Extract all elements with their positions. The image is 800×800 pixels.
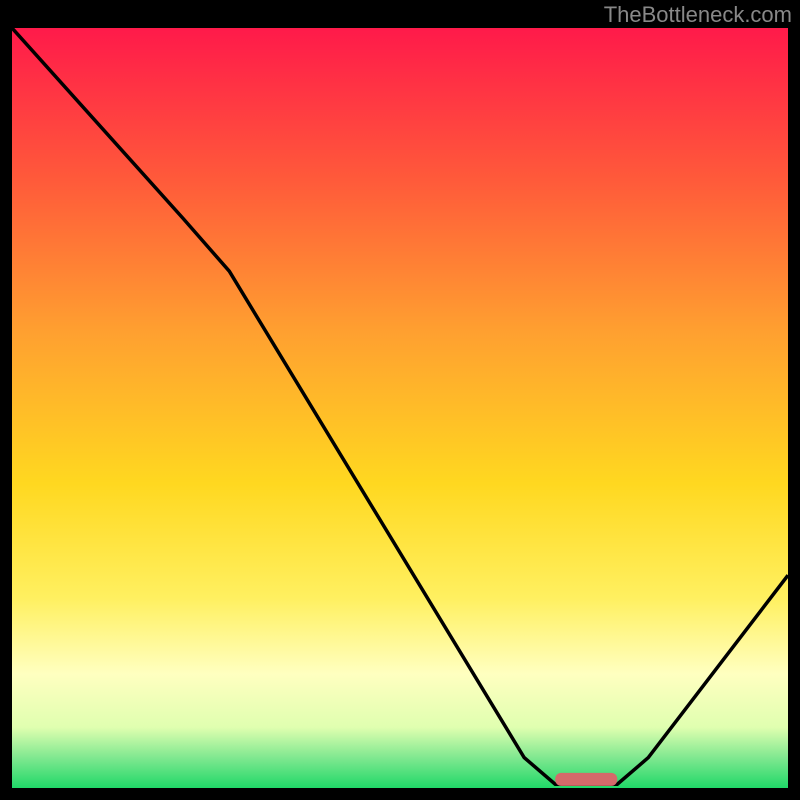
gradient-background (12, 28, 788, 788)
watermark-text: TheBottleneck.com (604, 2, 792, 28)
chart-plot-area (12, 28, 788, 788)
chart-container: TheBottleneck.com (0, 0, 800, 800)
optimal-marker (555, 773, 617, 786)
chart-svg (12, 28, 788, 788)
